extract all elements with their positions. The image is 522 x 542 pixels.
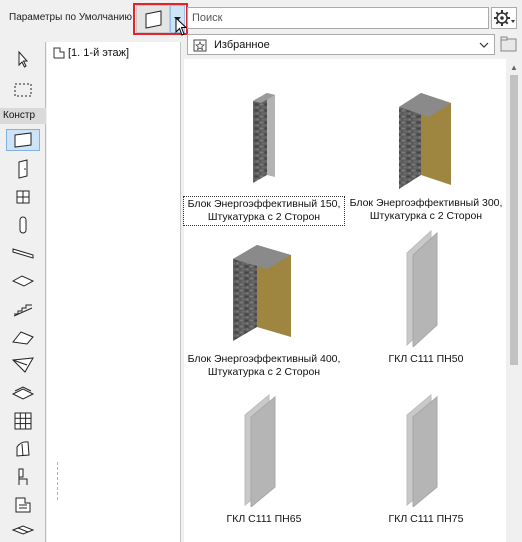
roof-tool[interactable] — [6, 326, 40, 348]
beam-tool[interactable] — [6, 242, 40, 264]
wall-thumbnail-icon — [253, 93, 275, 183]
favorites-gallery: Блок Энергоэффективный 150, Штукатурка с… — [183, 59, 506, 542]
chair-icon — [18, 468, 28, 485]
toolbox: Констр — [0, 42, 46, 542]
curtain-wall-icon — [14, 412, 32, 430]
favorite-item[interactable]: Блок Энергоэффективный 300, Штукатурка с… — [346, 79, 506, 223]
gear-icon — [494, 10, 515, 26]
column-icon — [19, 216, 27, 234]
defaults-label: Параметры по Умолчанию — [9, 12, 132, 23]
story-item[interactable]: [1. 1-й этаж] — [52, 46, 129, 60]
favorite-item[interactable]: ГКЛ С111 ПН75 — [346, 389, 506, 526]
gypsum-board-thumbnail-icon — [244, 393, 276, 507]
roof-icon — [12, 331, 34, 345]
favorite-item-label: ГКЛ С111 ПН75 — [388, 513, 464, 525]
splitter-handle[interactable] — [57, 462, 61, 500]
shell-tool[interactable] — [6, 354, 40, 376]
marquee-tool[interactable] — [6, 79, 40, 101]
zone-tool[interactable] — [6, 494, 40, 516]
search-placeholder: Поиск — [192, 12, 223, 24]
favorite-item[interactable]: Блок Энергоэффективный 400, Штукатурка с… — [184, 235, 344, 379]
zone-icon — [15, 497, 31, 513]
favorites-selected-label: Избранное — [214, 39, 270, 51]
wall-tool[interactable] — [6, 129, 40, 151]
story-label: [1. 1-й этаж] — [68, 47, 130, 59]
stair-icon — [13, 304, 33, 317]
morph-icon — [16, 441, 30, 457]
gypsum-board-thumbnail-icon — [406, 229, 438, 347]
folder-icon[interactable] — [499, 34, 519, 55]
scrollbar-thumb[interactable] — [510, 75, 518, 365]
search-input[interactable]: Поиск — [187, 7, 489, 29]
object-tool[interactable] — [6, 466, 40, 488]
gypsum-board-thumbnail-icon — [406, 393, 438, 507]
mesh-tool[interactable] — [6, 382, 40, 404]
favorite-item[interactable]: ГКЛ С111 ПН65 — [184, 389, 344, 526]
slab-tool[interactable] — [6, 270, 40, 292]
railing-icon — [11, 525, 35, 535]
project-navigator: [1. 1-й этаж] — [47, 42, 181, 542]
floor-plan-icon — [53, 47, 65, 59]
top-bar: Параметры по Умолчанию Поиск Избранное — [0, 0, 522, 55]
slab-icon — [11, 275, 35, 287]
favorite-item-label: Блок Энергоэффективный 300, Штукатурка с… — [349, 197, 503, 222]
favorite-item-label: ГКЛ С111 ПН50 — [388, 353, 464, 365]
scroll-up-icon[interactable]: ▲ — [510, 63, 518, 72]
railing-tool[interactable] — [6, 520, 40, 542]
mesh-icon — [11, 386, 35, 400]
arrow-tool[interactable] — [6, 48, 40, 70]
wall-icon — [14, 132, 32, 148]
curtain-wall-tool[interactable] — [6, 410, 40, 432]
gallery-scrollbar[interactable]: ▲ — [507, 59, 521, 542]
door-icon — [18, 159, 28, 179]
shell-icon — [11, 357, 34, 373]
wall-thumbnail-icon — [233, 245, 291, 341]
beam-icon — [12, 248, 34, 259]
door-tool[interactable] — [6, 158, 40, 180]
wall-thumbnail-icon — [399, 93, 451, 189]
arrow-icon — [18, 50, 29, 68]
design-section-label: Констр — [0, 108, 46, 124]
chevron-down-icon — [479, 42, 489, 48]
marquee-icon — [14, 83, 32, 97]
favorite-item[interactable]: ГКЛ С111 ПН50 — [346, 223, 506, 366]
favorite-item-label: ГКЛ С111 ПН65 — [226, 513, 302, 525]
star-folder-icon — [193, 39, 207, 52]
morph-tool[interactable] — [6, 438, 40, 460]
window-icon — [16, 190, 30, 204]
column-tool[interactable] — [6, 214, 40, 236]
settings-button[interactable] — [491, 7, 517, 29]
favorite-item-label: Блок Энергоэффективный 400, Штукатурка с… — [187, 353, 341, 378]
window-tool[interactable] — [6, 186, 40, 208]
favorite-item[interactable]: Блок Энергоэффективный 150, Штукатурка с… — [183, 79, 345, 226]
favorites-dropdown[interactable]: Избранное — [187, 34, 495, 55]
stair-tool[interactable] — [6, 298, 40, 320]
favorite-item-label: Блок Энергоэффективный 150, Штукатурка с… — [183, 196, 345, 226]
